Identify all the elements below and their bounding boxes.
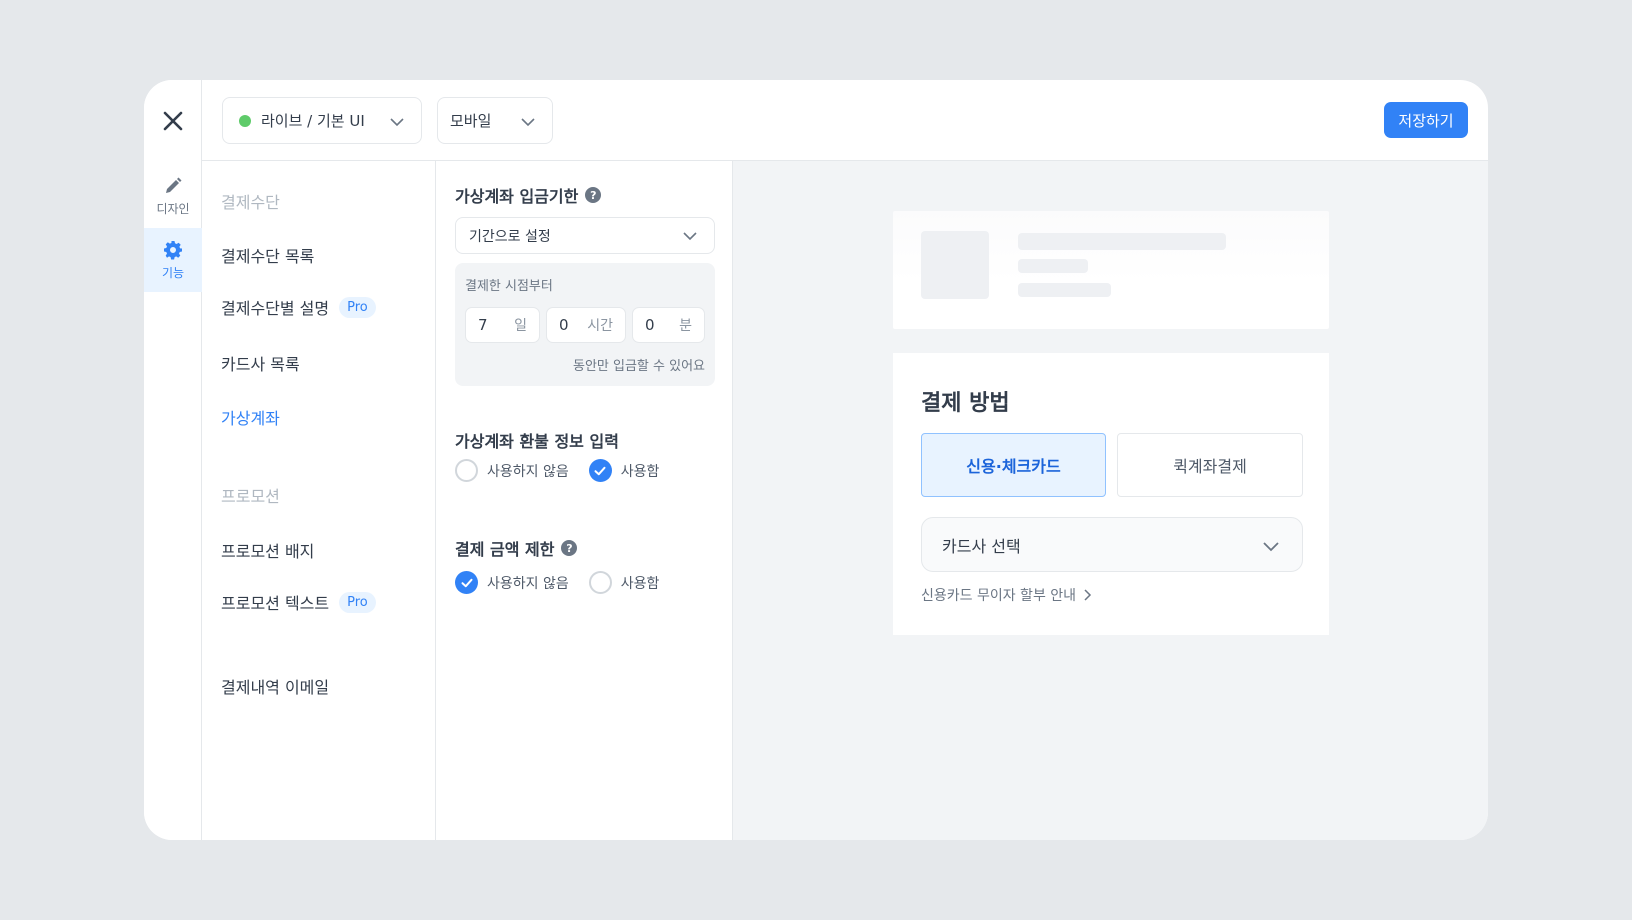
limit-title-text: 결제 금액 제한 [455, 540, 555, 559]
menu-item-payment-email[interactable]: 결제내역 이메일 [221, 674, 329, 698]
card-company-select[interactable]: 카드사 선택 [921, 517, 1303, 572]
tab-quick-transfer[interactable]: 퀵계좌결제 [1117, 433, 1303, 497]
minutes-unit: 분 [679, 318, 692, 334]
menu-item-label: 결제수단별 설명 [221, 299, 330, 318]
payment-method-card: 결제 방법 신용·체크카드 퀵계좌결제 카드사 선택 신용카드 무이자 할부 안… [893, 353, 1329, 635]
days-unit: 일 [514, 318, 527, 334]
installment-info-link[interactable]: 신용카드 무이자 할부 안내 [921, 585, 1094, 605]
period-caption: 결제한 시점부터 [465, 279, 553, 294]
payment-method-title: 결제 방법 [921, 391, 1010, 416]
menu-item-label: 결제수단 목록 [221, 247, 315, 266]
close-button[interactable] [158, 106, 188, 136]
refund-title: 가상계좌 환불 정보 입력 [455, 432, 619, 451]
device-select-value: 모바일 [450, 112, 492, 130]
installment-link-text: 신용카드 무이자 할부 안내 [921, 588, 1077, 604]
menu-section-promotion: 프로모션 [221, 487, 280, 506]
chevron-right-icon [1084, 589, 1092, 601]
refund-option-off[interactable]: 사용하지 않음 [455, 459, 569, 482]
rail-item-feature[interactable]: 기능 [144, 228, 202, 292]
deadline-period-box: 결제한 시점부터 7 일 0 시간 0 분 동안만 입금할 수 있어요 [455, 263, 715, 386]
chevron-down-icon [390, 118, 404, 127]
menu-item-label: 결제내역 이메일 [221, 678, 330, 697]
card-company-select-value: 카드사 선택 [942, 536, 1021, 556]
help-icon[interactable]: ? [585, 187, 602, 203]
limit-option-on[interactable]: 사용함 [588, 571, 660, 594]
skeleton-line [1018, 259, 1088, 273]
radio-label: 사용하지 않음 [487, 463, 569, 480]
device-select[interactable]: 모바일 [437, 97, 553, 144]
top-bar: 라이브 / 기본 UI 모바일 저장하기 [202, 80, 1488, 161]
save-button[interactable]: 저장하기 [1384, 102, 1468, 138]
background: 디자인 기능 라이브 / 기본 UI 모바일 저장하기 결제수단 결제수단 목록… [0, 0, 1632, 920]
settings-panel: 가상계좌 입금기한 ? 기간으로 설정 결제한 시점부터 7 일 0 시간 0 … [436, 161, 733, 840]
radio-checked-icon [588, 459, 612, 482]
limit-radio-group: 사용하지 않음 사용함 [455, 571, 679, 594]
menu-item-promotion-text[interactable]: 프로모션 텍스트 Pro [221, 590, 376, 614]
deadline-type-value: 기간으로 설정 [469, 228, 551, 245]
pro-badge: Pro [339, 296, 376, 318]
side-rail: 디자인 기능 [144, 80, 202, 840]
environment-select[interactable]: 라이브 / 기본 UI [222, 97, 422, 144]
menu-item-card-company-list[interactable]: 카드사 목록 [221, 351, 300, 375]
radio-label: 사용함 [620, 463, 660, 480]
minutes-input[interactable]: 0 분 [632, 307, 705, 343]
refund-option-on[interactable]: 사용함 [588, 459, 660, 482]
chevron-down-icon [683, 232, 697, 241]
live-status-dot [239, 114, 251, 127]
environment-select-value: 라이브 / 기본 UI [261, 112, 365, 130]
deadline-title: 가상계좌 입금기한 ? [455, 183, 602, 207]
hours-input[interactable]: 0 시간 [546, 307, 626, 343]
deadline-type-select[interactable]: 기간으로 설정 [455, 217, 715, 254]
radio-checked-icon [455, 571, 478, 594]
limit-option-off[interactable]: 사용하지 않음 [455, 571, 569, 594]
pencil-icon [166, 177, 182, 193]
help-icon[interactable]: ? [561, 540, 578, 556]
menu-item-promotion-badge[interactable]: 프로모션 배지 [221, 538, 314, 562]
rail-label-feature: 기능 [161, 265, 185, 280]
days-value: 7 [478, 316, 488, 334]
period-note: 동안만 입금할 수 있어요 [573, 359, 705, 374]
rail-label-design: 디자인 [156, 201, 190, 216]
skeleton-thumbnail [921, 231, 989, 299]
radio-unchecked-icon [588, 571, 612, 594]
skeleton-line [1018, 233, 1226, 250]
radio-unchecked-icon [455, 459, 478, 482]
menu-item-payment-description[interactable]: 결제수단별 설명 Pro [221, 295, 376, 319]
minutes-value: 0 [645, 316, 655, 334]
menu-item-virtual-account[interactable]: 가상계좌 [221, 405, 280, 429]
chevron-down-icon [521, 118, 535, 127]
limit-title: 결제 금액 제한 ? [455, 536, 578, 560]
skeleton-card [893, 211, 1329, 329]
settings-window: 디자인 기능 라이브 / 기본 UI 모바일 저장하기 결제수단 결제수단 목록… [144, 80, 1488, 840]
hours-value: 0 [559, 316, 569, 334]
hours-unit: 시간 [587, 318, 613, 334]
menu-section-payment: 결제수단 [221, 193, 280, 212]
gear-icon [164, 240, 182, 259]
menu-item-label: 프로모션 텍스트 [221, 594, 330, 613]
refund-radio-group: 사용하지 않음 사용함 [455, 459, 679, 482]
settings-menu: 결제수단 결제수단 목록 결제수단별 설명 Pro 카드사 목록 가상계좌 프로… [202, 161, 436, 840]
menu-item-label: 프로모션 배지 [221, 542, 315, 561]
days-input[interactable]: 7 일 [465, 307, 540, 343]
pro-badge: Pro [339, 591, 376, 613]
radio-label: 사용하지 않음 [487, 575, 569, 592]
close-icon [163, 111, 183, 131]
deadline-title-text: 가상계좌 입금기한 [455, 187, 579, 206]
menu-item-label: 가상계좌 [221, 409, 280, 428]
preview-area: 결제 방법 신용·체크카드 퀵계좌결제 카드사 선택 신용카드 무이자 할부 안… [733, 161, 1488, 840]
menu-item-payment-list[interactable]: 결제수단 목록 [221, 243, 314, 267]
tab-credit-card[interactable]: 신용·체크카드 [921, 433, 1106, 497]
skeleton-line [1018, 283, 1111, 297]
rail-item-design[interactable]: 디자인 [144, 164, 202, 228]
radio-label: 사용함 [620, 575, 660, 592]
chevron-down-icon [1263, 542, 1279, 552]
menu-item-label: 카드사 목록 [221, 355, 300, 374]
